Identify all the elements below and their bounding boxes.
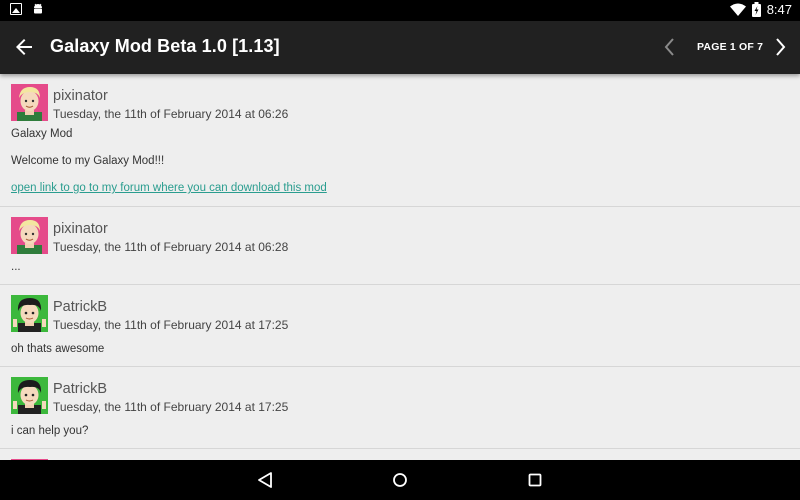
post-item: PatrickB Tuesday, the 11th of February 2… <box>0 285 800 367</box>
post-item: pixinator Tuesday, the 11th of February … <box>0 207 800 285</box>
system-nav-bar <box>0 460 800 500</box>
forum-download-link[interactable]: open link to go to my forum where you ca… <box>11 181 327 195</box>
chevron-right-icon[interactable] <box>770 36 790 58</box>
back-arrow-icon[interactable] <box>12 35 36 59</box>
post-text: ... <box>11 261 21 273</box>
post-date: Tuesday, the 11th of February 2014 at 17… <box>53 318 289 332</box>
status-right-icons: 8:47 <box>729 2 792 17</box>
dark-hair-avatar-icon[interactable] <box>11 295 48 332</box>
blonde-avatar-icon[interactable] <box>11 217 48 254</box>
status-bar: 8:47 <box>0 0 800 21</box>
page-indicator: PAGE 1 OF 7 <box>697 41 764 53</box>
post-username[interactable]: PatrickB <box>53 380 288 398</box>
back-triangle-icon[interactable] <box>253 469 277 491</box>
post-item <box>0 449 800 460</box>
android-icon <box>34 3 42 14</box>
app-toolbar: Galaxy Mod Beta 1.0 [1.13] PAGE 1 OF 7 <box>0 21 800 74</box>
status-time: 8:47 <box>766 2 792 17</box>
dark-hair-avatar-icon[interactable] <box>11 377 48 414</box>
image-icon <box>10 3 22 15</box>
status-left-icons <box>10 3 44 16</box>
post-date: Tuesday, the 11th of February 2014 at 17… <box>53 400 289 414</box>
post-text: Welcome to my Galaxy Mod!!! <box>11 155 165 167</box>
home-circle-icon[interactable] <box>388 469 412 491</box>
post-item: pixinator Tuesday, the 11th of February … <box>0 74 800 207</box>
post-list[interactable]: pixinator Tuesday, the 11th of February … <box>0 74 800 460</box>
chevron-left-icon[interactable] <box>660 36 680 58</box>
post-text: oh thats awesome <box>11 343 105 355</box>
page-title: Galaxy Mod Beta 1.0 [1.13] <box>50 36 280 56</box>
post-username[interactable]: pixinator <box>53 220 288 238</box>
post-text: i can help you? <box>11 425 89 437</box>
post-date: Tuesday, the 11th of February 2014 at 06… <box>53 240 289 254</box>
post-username[interactable]: PatrickB <box>53 298 288 316</box>
post-username[interactable]: pixinator <box>53 87 288 105</box>
post-item: PatrickB Tuesday, the 11th of February 2… <box>0 367 800 449</box>
post-date: Tuesday, the 11th of February 2014 at 06… <box>53 107 289 121</box>
blonde-avatar-icon[interactable] <box>11 84 48 121</box>
wifi-icon <box>729 3 746 16</box>
recents-square-icon[interactable] <box>523 469 547 491</box>
post-text: Galaxy Mod <box>11 128 73 140</box>
battery-icon <box>751 2 761 17</box>
